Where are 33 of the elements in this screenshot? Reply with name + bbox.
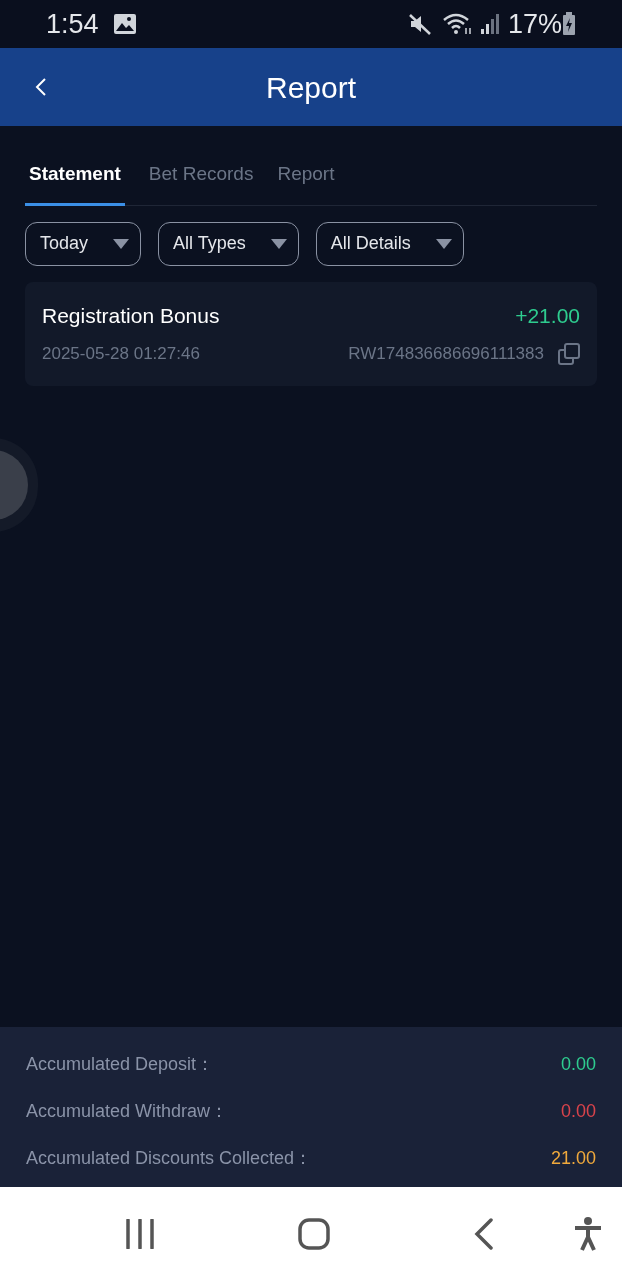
summary-value: 0.00 <box>560 1100 596 1123</box>
wifi-icon <box>441 12 474 36</box>
summary-value: 0.00 <box>560 1053 596 1076</box>
battery-charging-icon <box>562 12 576 36</box>
back-nav-button[interactable] <box>474 1217 494 1250</box>
page-title: Report <box>265 69 356 106</box>
filter-dropdown[interactable]: All Types <box>158 221 299 266</box>
summary-label: Accumulated Withdraw： <box>26 1100 229 1123</box>
recent-apps-button[interactable] <box>125 1218 155 1249</box>
caret-icon <box>112 237 131 250</box>
record-title: Registration Bonus <box>42 302 220 329</box>
signal-icon <box>479 13 500 35</box>
battery-percent: 17% <box>507 7 562 41</box>
copy-icon[interactable] <box>558 342 580 365</box>
summary-label: Accumulated Deposit： <box>26 1053 215 1076</box>
status-time: 1:54 <box>46 7 99 41</box>
caret-icon <box>269 237 288 250</box>
summary-value: 21.00 <box>550 1147 596 1170</box>
image-icon <box>112 13 137 35</box>
filter-dropdown[interactable]: All Details <box>315 221 464 266</box>
tab[interactable]: Bet Records <box>148 160 254 206</box>
accessibility-icon[interactable] <box>574 1216 602 1251</box>
order-id: RW174836686696111383 <box>348 343 544 365</box>
record-amount: +21.00 <box>515 302 580 329</box>
caret-icon <box>434 237 453 250</box>
record-time: 2025-05-28 01:27:46 <box>42 343 200 365</box>
mute-icon <box>407 12 432 36</box>
back-icon <box>35 77 47 97</box>
summary-label: Accumulated Discounts Collected： <box>26 1147 313 1170</box>
filter-dropdown[interactable]: Today <box>25 221 142 266</box>
tab[interactable]: Report <box>277 160 335 206</box>
tab[interactable]: Statement <box>25 160 125 206</box>
home-button[interactable] <box>298 1217 330 1250</box>
